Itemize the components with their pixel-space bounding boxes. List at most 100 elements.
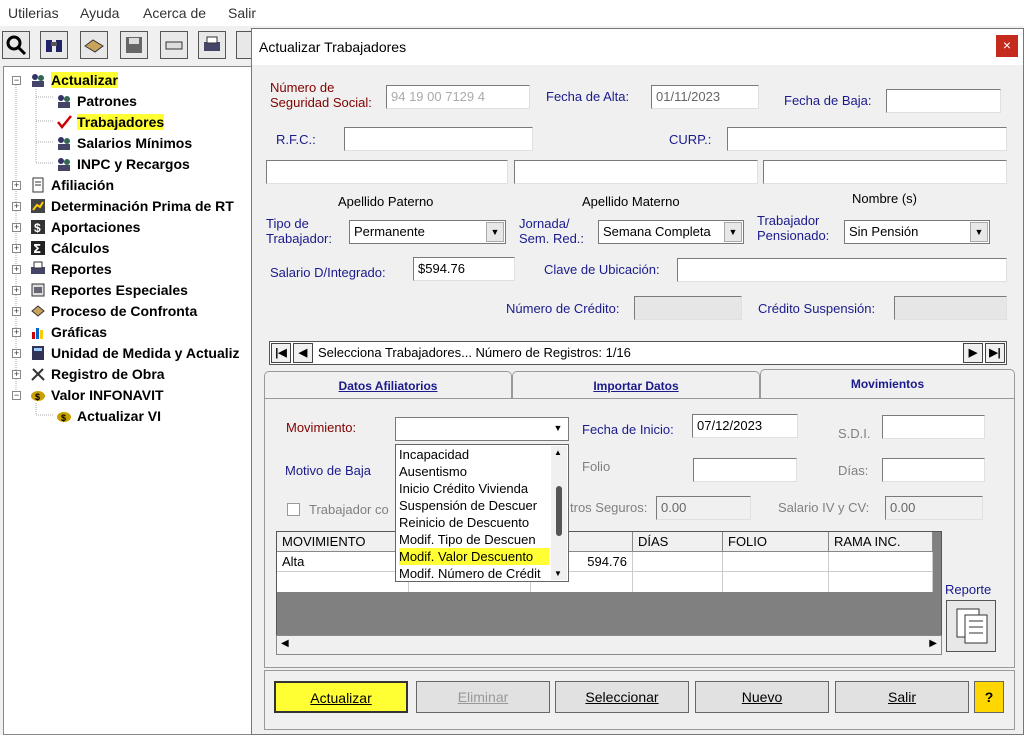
fecha-inicio-field[interactable]: 07/12/2023 xyxy=(692,414,798,438)
pensionado-select[interactable]: Sin Pensión ▼ xyxy=(844,220,990,244)
dropdown-option[interactable]: Suspensión de Descuer xyxy=(399,497,549,514)
reporte-button[interactable] xyxy=(946,600,996,652)
expand-reportes-especiales[interactable]: + xyxy=(12,286,21,295)
tree-item-actualizar[interactable]: Actualizar xyxy=(30,70,118,90)
dropdown-option[interactable]: Modif. Número de Crédit xyxy=(399,565,549,582)
grid-horizontal-scrollbar[interactable]: ◀ ▶ xyxy=(276,635,942,655)
fecha-baja-field[interactable] xyxy=(886,89,1001,113)
prev-record-icon[interactable]: ◀ xyxy=(293,343,313,363)
dias-field[interactable] xyxy=(882,458,985,482)
tree-item-proceso-confronta[interactable]: Proceso de Confronta xyxy=(30,301,197,321)
tree-item-valor-infonavit[interactable]: $ Valor INFONAVIT xyxy=(30,385,164,405)
expand-aportaciones[interactable]: + xyxy=(12,223,21,232)
dropdown-option-selected[interactable]: Modif. Valor Descuento xyxy=(399,548,549,565)
grid-cell-dias[interactable] xyxy=(633,552,723,572)
menu-utilerias[interactable]: Utilerias xyxy=(8,5,59,21)
expand-graficas[interactable]: + xyxy=(12,328,21,337)
collapse-valor-infonavit[interactable]: − xyxy=(12,391,21,400)
dropdown-option[interactable]: Incapacidad xyxy=(399,446,549,463)
next-record-icon[interactable]: ▶ xyxy=(963,343,983,363)
tree-item-patrones[interactable]: Patrones xyxy=(56,91,137,111)
help-icon[interactable]: ? xyxy=(974,681,1004,713)
tree-item-reportes-especiales[interactable]: Reportes Especiales xyxy=(30,280,188,300)
tree-item-afiliacion[interactable]: Afiliación xyxy=(30,175,114,195)
dropdown-option[interactable]: Modif. Tipo de Descuen xyxy=(399,531,549,548)
eraser-icon[interactable] xyxy=(160,31,188,59)
navigation-tree: − Actualizar Patrones Trabajadores Salar… xyxy=(3,66,255,735)
tree-item-unidad-medida[interactable]: Unidad de Medida y Actualiz xyxy=(30,343,240,363)
numero-credito-field[interactable] xyxy=(634,296,742,320)
curp-field[interactable] xyxy=(727,127,1007,151)
expand-confronta[interactable]: + xyxy=(12,307,21,316)
apellido-paterno-field[interactable] xyxy=(266,160,508,184)
dropdown-option[interactable]: Reinicio de Descuento xyxy=(399,514,549,531)
scroll-left-icon[interactable]: ◀ xyxy=(281,638,289,649)
sdi-field[interactable] xyxy=(882,415,985,439)
dropdown-scrollbar[interactable]: ▲ ▼ xyxy=(551,446,567,580)
otros-seguros-field[interactable]: 0.00 xyxy=(656,496,751,520)
first-record-icon[interactable]: |◀ xyxy=(271,343,291,363)
tree-item-trabajadores[interactable]: Trabajadores xyxy=(56,112,165,132)
handshake-icon[interactable] xyxy=(80,31,108,59)
credito-suspension-field[interactable] xyxy=(894,296,1007,320)
dias-label: Días: xyxy=(838,463,869,478)
expand-registro-obra[interactable]: + xyxy=(12,370,21,379)
tree-item-calculos[interactable]: Σ Cálculos xyxy=(30,238,109,258)
dialog-title: Actualizar Trabajadores xyxy=(259,39,407,55)
search-icon[interactable] xyxy=(2,31,30,59)
tab-importar-datos[interactable]: Importar Datos xyxy=(512,371,760,399)
printer-icon[interactable] xyxy=(198,31,226,59)
tree-item-aportaciones[interactable]: $ Aportaciones xyxy=(30,217,140,237)
close-icon[interactable]: × xyxy=(996,35,1018,57)
save-icon[interactable] xyxy=(120,31,148,59)
jornada-select[interactable]: Semana Completa ▼ xyxy=(598,220,744,244)
salario-iv-field[interactable]: 0.00 xyxy=(885,496,983,520)
tree-item-graficas[interactable]: Gráficas xyxy=(30,322,107,342)
tab-datos-afiliatorios[interactable]: Datos Afiliatorios xyxy=(264,371,512,399)
movimiento-select[interactable]: ▼ xyxy=(395,417,569,441)
nuevo-button[interactable]: Nuevo xyxy=(695,681,829,713)
actualizar-button[interactable]: Actualizar xyxy=(274,681,408,713)
trabajador-checkbox[interactable] xyxy=(287,503,300,516)
expand-reportes[interactable]: + xyxy=(12,265,21,274)
dropdown-option[interactable]: Inicio Crédito Vivienda xyxy=(399,480,549,497)
scroll-thumb[interactable] xyxy=(556,486,562,536)
grid-cell-movimiento[interactable]: Alta xyxy=(277,552,409,572)
nombres-field[interactable] xyxy=(763,160,1007,184)
scroll-down-icon[interactable]: ▼ xyxy=(554,569,562,578)
tree-item-reportes[interactable]: Reportes xyxy=(30,259,112,279)
folio-label: Folio xyxy=(582,459,611,474)
dropdown-option[interactable]: Ausentismo xyxy=(399,463,549,480)
nss-field[interactable]: 94 19 00 7129 4 xyxy=(386,85,530,109)
grid-cell-rama-inc[interactable] xyxy=(829,552,933,572)
last-record-icon[interactable]: ▶| xyxy=(985,343,1005,363)
grid-cell-folio[interactable] xyxy=(723,552,829,572)
clave-ubicacion-field[interactable] xyxy=(677,258,1007,282)
folio-field[interactable] xyxy=(693,458,797,482)
binoculars-icon[interactable] xyxy=(40,31,68,59)
tree-item-determinacion-prima[interactable]: Determinación Prima de RT xyxy=(30,196,234,216)
tree-item-salarios-minimos[interactable]: Salarios Mínimos xyxy=(56,133,192,153)
salir-button[interactable]: Salir xyxy=(835,681,969,713)
expand-calculos[interactable]: + xyxy=(12,244,21,253)
collapse-actualizar[interactable]: − xyxy=(12,76,21,85)
expand-determinacion[interactable]: + xyxy=(12,202,21,211)
seleccionar-button[interactable]: Seleccionar xyxy=(555,681,689,713)
fecha-alta-field[interactable]: 01/11/2023 xyxy=(651,85,759,109)
menu-salir[interactable]: Salir xyxy=(228,5,256,21)
scroll-up-icon[interactable]: ▲ xyxy=(554,448,562,457)
apellido-materno-field[interactable] xyxy=(514,160,758,184)
eliminar-button[interactable]: Eliminar xyxy=(416,681,550,713)
scroll-right-icon[interactable]: ▶ xyxy=(929,638,937,649)
tree-item-registro-obra[interactable]: Registro de Obra xyxy=(30,364,165,384)
menu-ayuda[interactable]: Ayuda xyxy=(80,5,119,21)
expand-afiliacion[interactable]: + xyxy=(12,181,21,190)
menu-acerca-de[interactable]: Acerca de xyxy=(143,5,206,21)
expand-unidad-medida[interactable]: + xyxy=(12,349,21,358)
rfc-field[interactable] xyxy=(344,127,533,151)
tipo-trabajador-select[interactable]: Permanente ▼ xyxy=(349,220,506,244)
tree-item-inpc-recargos[interactable]: INPC y Recargos xyxy=(56,154,190,174)
salario-field[interactable]: $594.76 xyxy=(413,257,515,281)
tab-movimientos[interactable]: Movimientos xyxy=(760,369,1015,399)
tree-item-actualizar-vi[interactable]: $ Actualizar VI xyxy=(56,406,161,426)
